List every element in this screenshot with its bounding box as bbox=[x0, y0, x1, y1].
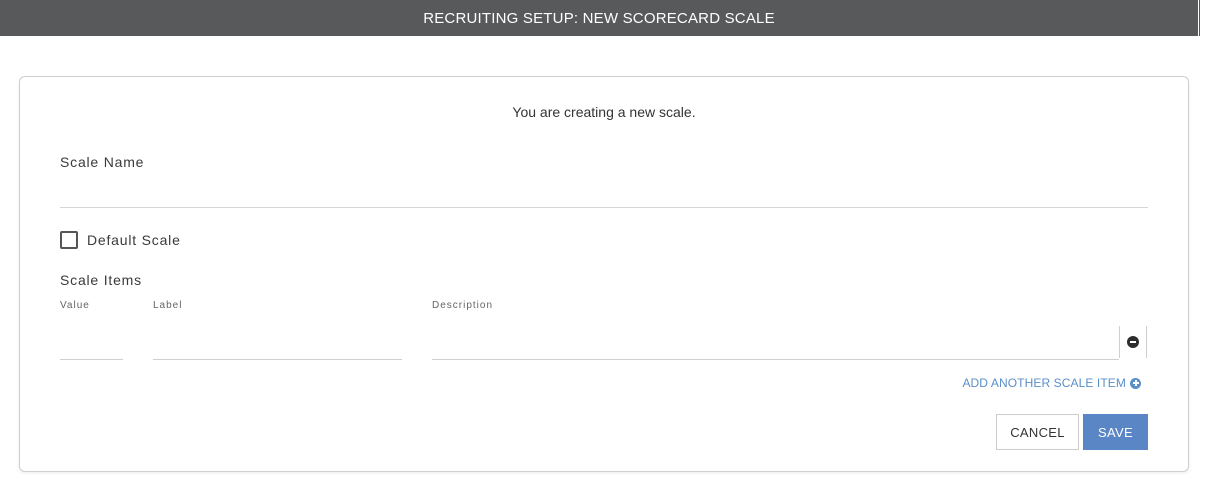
new-scale-form: You are creating a new scale. Scale Name… bbox=[19, 76, 1189, 472]
cancel-button[interactable]: CANCEL bbox=[996, 414, 1079, 450]
default-scale-label: Default Scale bbox=[87, 232, 181, 248]
scale-name-label: Scale Name bbox=[60, 154, 145, 170]
page-title: RECRUITING SETUP: NEW SCORECARD SCALE bbox=[423, 9, 775, 27]
description-column-header: Description bbox=[432, 300, 494, 311]
header-edge bbox=[1198, 0, 1206, 36]
remove-scale-item-button[interactable] bbox=[1119, 326, 1147, 358]
default-scale-checkbox[interactable] bbox=[60, 231, 78, 249]
scale-item-label-input[interactable] bbox=[153, 327, 402, 360]
default-scale-checkbox-row[interactable]: Default Scale bbox=[60, 231, 181, 249]
scale-item-description-input[interactable] bbox=[432, 327, 1119, 360]
form-intro: You are creating a new scale. bbox=[512, 104, 696, 120]
label-column-header: Label bbox=[153, 300, 183, 311]
scale-items-label: Scale Items bbox=[60, 272, 142, 288]
plus-circle-icon bbox=[1130, 377, 1141, 389]
add-scale-item-label: ADD ANOTHER SCALE ITEM bbox=[962, 376, 1126, 390]
value-column-header: Value bbox=[60, 300, 90, 311]
add-scale-item-link[interactable]: ADD ANOTHER SCALE ITEM bbox=[962, 376, 1141, 390]
scale-item-value-input[interactable] bbox=[60, 327, 123, 360]
page-header: RECRUITING SETUP: NEW SCORECARD SCALE bbox=[0, 0, 1198, 36]
scale-name-input[interactable] bbox=[60, 177, 1148, 208]
save-button[interactable]: SAVE bbox=[1083, 414, 1148, 450]
minus-circle-icon bbox=[1127, 336, 1139, 348]
